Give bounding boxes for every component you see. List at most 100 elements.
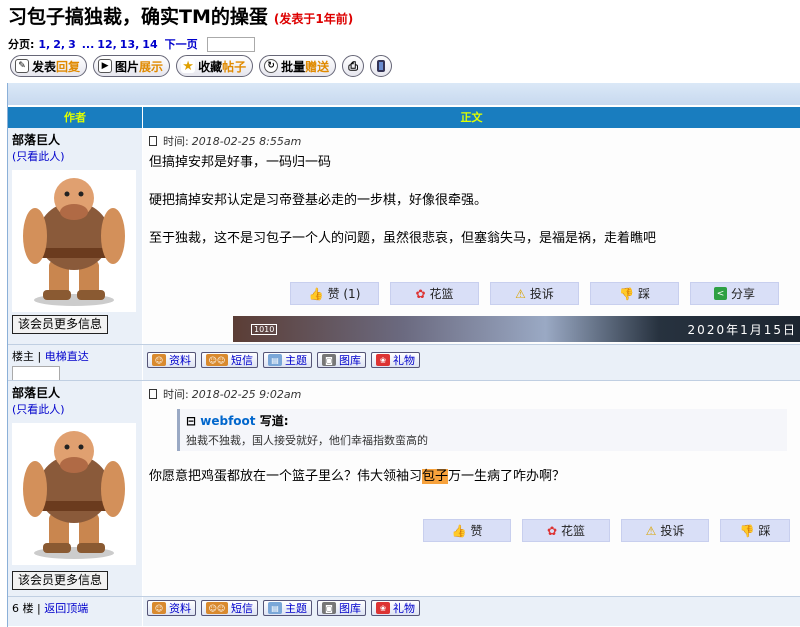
report-label: 投诉 <box>529 287 554 301</box>
back-to-top-link[interactable]: 返回顶端 <box>44 602 88 615</box>
page-jump-input[interactable] <box>206 36 255 52</box>
post-reply-button[interactable]: ✎ 发表 回复 <box>10 55 88 77</box>
user-buttons: ☺ 资料 ☺☺ 短信 ▤ 主题 ◙ 图库 ❀ 礼物 <box>143 597 800 626</box>
like-button[interactable]: 👍 赞 (1) <box>290 282 379 305</box>
flower-label: 花篮 <box>561 524 586 538</box>
gallery-button[interactable]: ◙ 图库 <box>317 600 366 616</box>
giant-avatar-image <box>23 431 125 559</box>
more-member-info-button[interactable]: 该会员更多信息 <box>12 571 109 590</box>
camera-icon: ◙ <box>322 354 336 366</box>
table-top-bar <box>8 83 800 105</box>
thumbs-down-icon: 👎 <box>739 523 755 538</box>
header-body: 正文 <box>460 111 483 124</box>
flower-basket-button[interactable]: ✿ 花篮 <box>390 282 479 305</box>
message-label: 短信 <box>231 602 253 615</box>
post-content: 时间: 2018-02-25 8:55am 但搞掉安邦是好事，一码归一码 硬把搞… <box>143 128 800 344</box>
profile-icon: ☺ <box>152 602 166 614</box>
header-author: 作者 <box>8 107 143 128</box>
avatar <box>12 170 136 312</box>
profile-icon: ☺ <box>152 354 166 366</box>
page-link-13[interactable]: 13, <box>120 38 140 51</box>
report-button[interactable]: ⚠ 投诉 <box>490 282 579 305</box>
timestamp: 2018-02-25 9:02am <box>191 387 302 401</box>
post-1: 部落巨人 (只看此人) 该会员更多信息 时间: 2018-02-25 8:55a… <box>8 128 800 344</box>
author-name[interactable]: 部落巨人 <box>12 384 138 401</box>
quote-user-link[interactable]: webfoot <box>200 414 255 428</box>
ad-date-text: 2020年1月15日 <box>687 322 797 337</box>
like-button[interactable]: 👍 赞 <box>423 519 511 542</box>
print-button[interactable]: ⎙ <box>342 55 365 77</box>
flower-basket-button[interactable]: ✿ 花篮 <box>522 519 610 542</box>
dislike-button[interactable]: 👎 踩 <box>590 282 679 305</box>
batch-gift-label: 批量 <box>281 59 306 74</box>
show-images-button[interactable]: ▶ 图片 展示 <box>93 55 171 77</box>
dislike-label: 踩 <box>758 524 771 538</box>
warning-icon: ⚠ <box>645 523 657 538</box>
dislike-label: 踩 <box>637 287 650 301</box>
profile-button[interactable]: ☺ 资料 <box>147 352 196 368</box>
page-link-2[interactable]: 2, <box>53 38 65 51</box>
message-button[interactable]: ☺☺ 短信 <box>201 352 258 368</box>
next-page-link[interactable]: 下一页 <box>165 36 198 52</box>
post-2: 部落巨人 (只看此人) 该会员更多信息 时间: 2018-02-25 9:02a… <box>8 380 800 596</box>
post-footer: 楼主 | 电梯直达 ☺ 资料 ☺☺ 短信 ▤ 主题 ◙ 图库 ❀ 礼物 <box>8 344 800 381</box>
gift-button[interactable]: ❀ 礼物 <box>371 600 420 616</box>
share-button[interactable]: < 分享 <box>690 282 779 305</box>
like-label: 赞 (1) <box>327 287 361 301</box>
post-reply-label: 发表 <box>32 59 57 74</box>
profile-button[interactable]: ☺ 资料 <box>147 600 196 616</box>
post-paragraph: 至于独裁，这不是习包子一个人的问题，虽然很悲哀，但塞翁失马，是福是祸，走着瞧吧 <box>149 231 657 246</box>
collapse-icon[interactable]: ⊟ <box>186 414 196 428</box>
gift-icon: ❀ <box>376 354 390 366</box>
page-link-12[interactable]: 12, <box>97 38 117 51</box>
share-icon: < <box>713 287 727 300</box>
document-icon <box>149 136 157 146</box>
floor-number: 6 楼 <box>12 602 34 615</box>
thumbs-down-icon: 👎 <box>619 286 634 301</box>
topics-button[interactable]: ▤ 主题 <box>263 352 312 368</box>
profile-label: 资料 <box>169 602 191 615</box>
show-images-highlight: 展示 <box>139 59 164 74</box>
topics-button[interactable]: ▤ 主题 <box>263 600 312 616</box>
quote-header: ⊟ webfoot 写道: <box>186 412 781 429</box>
mobile-button[interactable] <box>370 55 393 77</box>
post-author-panel: 部落巨人 (只看此人) 该会员更多信息 <box>8 381 143 596</box>
floor-jump-input[interactable] <box>12 366 60 381</box>
highlighted-keyword: 包子 <box>422 469 449 484</box>
show-images-label: 图片 <box>115 59 140 74</box>
table-header: 作者 正文 <box>8 105 800 128</box>
avatar <box>12 423 136 565</box>
users-icon: ☺☺ <box>206 354 228 366</box>
post-reply-highlight: 回复 <box>56 59 81 74</box>
report-button[interactable]: ⚠ 投诉 <box>621 519 709 542</box>
gallery-button[interactable]: ◙ 图库 <box>317 352 366 368</box>
timestamp: 2018-02-25 8:55am <box>191 134 302 148</box>
advertisement-banner[interactable]: 1010 2020年1月15日 <box>233 316 800 342</box>
only-this-user-link[interactable]: (只看此人) <box>12 148 138 164</box>
more-member-info-button[interactable]: 该会员更多信息 <box>12 315 109 334</box>
page-link-1[interactable]: 1, <box>38 38 50 51</box>
warning-icon: ⚠ <box>515 286 526 301</box>
report-label: 投诉 <box>660 524 685 538</box>
elevator-link[interactable]: 电梯直达 <box>45 350 89 363</box>
pager: 分页: 1, 2, 3 ... 12, 13, 14 下一页 <box>8 36 255 52</box>
batch-gift-button[interactable]: ↻ 批量 赠送 <box>259 55 337 77</box>
thumbs-up-icon: 👍 <box>308 286 324 301</box>
page-link-14[interactable]: 14 <box>142 38 157 51</box>
time-label: 时间: <box>163 135 189 148</box>
time-label: 时间: <box>163 388 189 401</box>
only-this-user-link[interactable]: (只看此人) <box>12 401 138 417</box>
edit-icon: ✎ <box>15 59 29 73</box>
message-button[interactable]: ☺☺ 短信 <box>201 600 258 616</box>
dislike-button[interactable]: 👎 踩 <box>720 519 790 542</box>
floor-number: 楼主 <box>12 350 34 363</box>
like-label: 赞 <box>470 524 483 538</box>
document-icon <box>149 389 157 399</box>
message-label: 短信 <box>231 354 253 367</box>
author-name[interactable]: 部落巨人 <box>12 131 138 148</box>
gift-button[interactable]: ❀ 礼物 <box>371 352 420 368</box>
page-link-3[interactable]: 3 <box>68 38 76 51</box>
post-author-panel: 部落巨人 (只看此人) 该会员更多信息 <box>8 128 143 344</box>
giant-avatar-image <box>23 178 125 306</box>
favorite-post-button[interactable]: ★ 收藏 帖子 <box>176 55 254 77</box>
